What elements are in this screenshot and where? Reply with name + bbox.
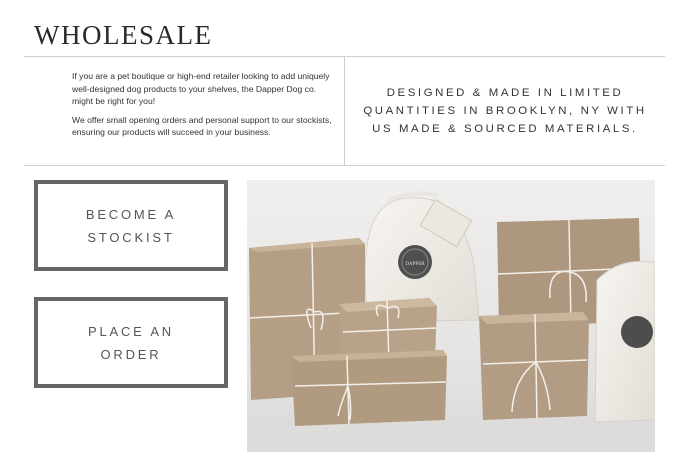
page-title: WHOLESALE bbox=[34, 20, 213, 50]
intro-paragraph-1: If you are a pet boutique or high-end re… bbox=[72, 71, 330, 107]
cloth-bag-right bbox=[594, 260, 655, 423]
packaging-illustration: DAPPER bbox=[247, 180, 655, 452]
place-order-label: PLACE AN ORDER bbox=[88, 323, 174, 362]
intro-text: If you are a pet boutique or high-end re… bbox=[72, 70, 332, 145]
tagline: DESIGNED & MADE IN LIMITED QUANTITIES IN… bbox=[363, 87, 647, 135]
place-order-button[interactable]: PLACE AN ORDER bbox=[34, 297, 228, 388]
become-stockist-label: BECOME A STOCKIST bbox=[85, 206, 177, 245]
kraft-box-front-right bbox=[479, 312, 589, 420]
kraft-box-middle-bottom bbox=[291, 350, 447, 426]
intro-paragraph-2: We offer small opening orders and person… bbox=[72, 114, 332, 138]
become-stockist-button[interactable]: BECOME A STOCKIST bbox=[34, 180, 228, 271]
product-packaging-photo: DAPPER bbox=[247, 180, 655, 452]
bottom-divider bbox=[24, 165, 665, 166]
vertical-divider bbox=[344, 56, 345, 165]
bag-logo-text: DAPPER bbox=[405, 262, 425, 267]
